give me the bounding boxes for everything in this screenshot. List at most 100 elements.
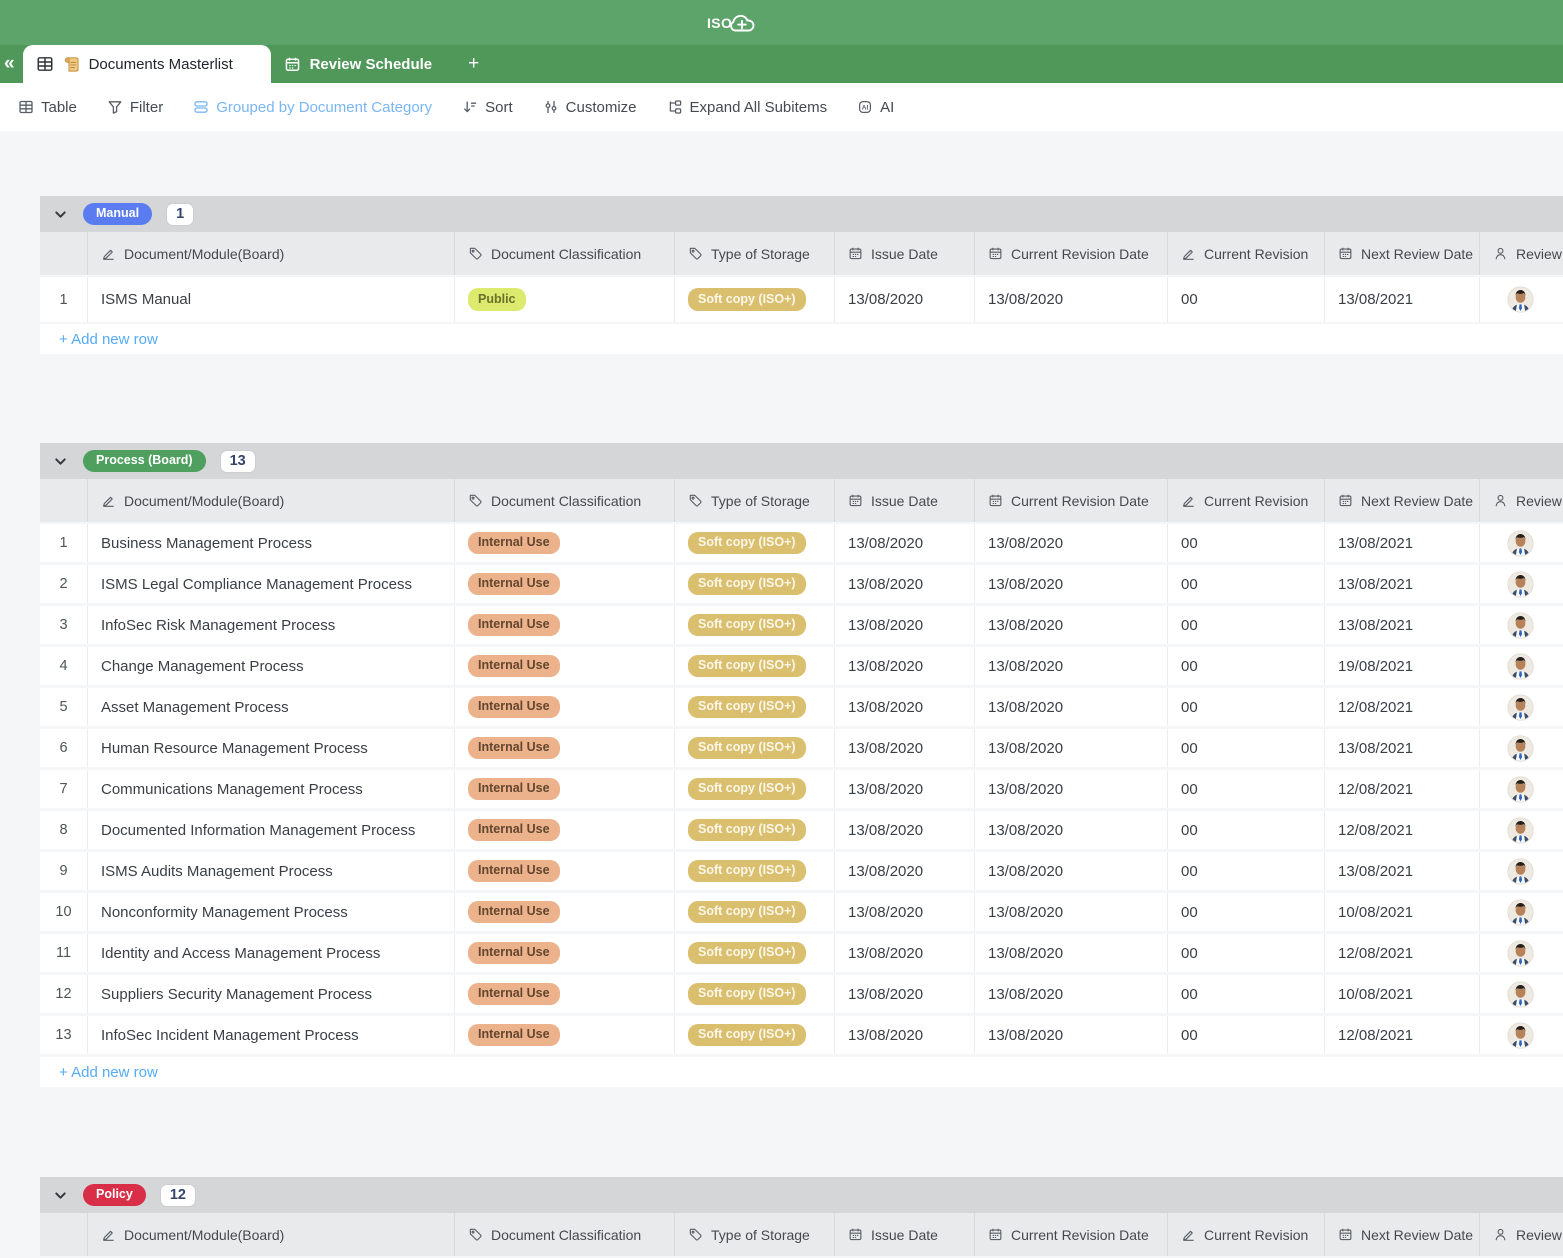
- current-revision-date-cell[interactable]: 13/08/2020: [975, 565, 1168, 603]
- issue-date-cell[interactable]: 13/08/2020: [835, 729, 975, 767]
- column-header-current_revision_date[interactable]: Current Revision Date: [975, 479, 1168, 522]
- document-name-cell[interactable]: Human Resource Management Process: [88, 729, 455, 767]
- current-revision-cell[interactable]: 00: [1168, 811, 1325, 849]
- storage-cell[interactable]: Soft copy (ISO+): [675, 688, 835, 726]
- row-number-cell[interactable]: 13: [40, 1016, 88, 1054]
- document-name-cell[interactable]: ISMS Manual: [88, 277, 455, 322]
- reviewer-cell[interactable]: [1480, 1016, 1563, 1054]
- storage-cell[interactable]: Soft copy (ISO+): [675, 811, 835, 849]
- storage-cell[interactable]: Soft copy (ISO+): [675, 893, 835, 931]
- column-header-issue_date[interactable]: Issue Date: [835, 232, 975, 275]
- toolbar-customize-button[interactable]: Customize: [543, 99, 637, 116]
- current-revision-cell[interactable]: 00: [1168, 606, 1325, 644]
- classification-cell[interactable]: Internal Use: [455, 606, 675, 644]
- next-review-date-cell[interactable]: 19/08/2021: [1325, 647, 1480, 685]
- issue-date-cell[interactable]: 13/08/2020: [835, 688, 975, 726]
- row-number-cell[interactable]: 9: [40, 852, 88, 890]
- reviewer-cell[interactable]: [1480, 647, 1563, 685]
- document-name-cell[interactable]: Asset Management Process: [88, 688, 455, 726]
- current-revision-cell[interactable]: 00: [1168, 975, 1325, 1013]
- column-header-name[interactable]: Document/Module(Board): [88, 479, 455, 522]
- issue-date-cell[interactable]: 13/08/2020: [835, 1016, 975, 1054]
- storage-cell[interactable]: Soft copy (ISO+): [675, 770, 835, 808]
- reviewer-cell[interactable]: [1480, 524, 1563, 562]
- document-name-cell[interactable]: Business Management Process: [88, 524, 455, 562]
- storage-cell[interactable]: Soft copy (ISO+): [675, 277, 835, 322]
- storage-cell[interactable]: Soft copy (ISO+): [675, 934, 835, 972]
- column-header-classification[interactable]: Document Classification: [455, 232, 675, 275]
- reviewer-cell[interactable]: [1480, 811, 1563, 849]
- row-number-cell[interactable]: 8: [40, 811, 88, 849]
- storage-cell[interactable]: Soft copy (ISO+): [675, 647, 835, 685]
- row-number-cell[interactable]: 3: [40, 606, 88, 644]
- classification-cell[interactable]: Internal Use: [455, 1016, 675, 1054]
- classification-cell[interactable]: Internal Use: [455, 565, 675, 603]
- row-number-cell[interactable]: 1: [40, 277, 88, 322]
- issue-date-cell[interactable]: 13/08/2020: [835, 524, 975, 562]
- issue-date-cell[interactable]: 13/08/2020: [835, 975, 975, 1013]
- reviewer-cell[interactable]: [1480, 277, 1563, 322]
- row-number-cell[interactable]: 4: [40, 647, 88, 685]
- document-name-cell[interactable]: Documented Information Management Proces…: [88, 811, 455, 849]
- row-number-cell[interactable]: 12: [40, 975, 88, 1013]
- document-name-cell[interactable]: ISMS Legal Compliance Management Process: [88, 565, 455, 603]
- classification-cell[interactable]: Internal Use: [455, 647, 675, 685]
- classification-cell[interactable]: Internal Use: [455, 852, 675, 890]
- toolbar-ai-button[interactable]: AI AI: [857, 99, 894, 116]
- reviewer-cell[interactable]: [1480, 688, 1563, 726]
- column-header-current_revision[interactable]: Current Revision: [1168, 232, 1325, 275]
- tab-documents-masterlist[interactable]: Documents Masterlist: [23, 45, 271, 83]
- reviewer-cell[interactable]: [1480, 606, 1563, 644]
- current-revision-cell[interactable]: 00: [1168, 688, 1325, 726]
- current-revision-cell[interactable]: 00: [1168, 524, 1325, 562]
- row-number-cell[interactable]: 6: [40, 729, 88, 767]
- classification-cell[interactable]: Internal Use: [455, 524, 675, 562]
- current-revision-cell[interactable]: 00: [1168, 647, 1325, 685]
- document-name-cell[interactable]: Communications Management Process: [88, 770, 455, 808]
- classification-cell[interactable]: Internal Use: [455, 688, 675, 726]
- issue-date-cell[interactable]: 13/08/2020: [835, 770, 975, 808]
- current-revision-cell[interactable]: 00: [1168, 729, 1325, 767]
- current-revision-date-cell[interactable]: 13/08/2020: [975, 893, 1168, 931]
- document-name-cell[interactable]: ISMS Audits Management Process: [88, 852, 455, 890]
- issue-date-cell[interactable]: 13/08/2020: [835, 647, 975, 685]
- issue-date-cell[interactable]: 13/08/2020: [835, 852, 975, 890]
- tab-review-schedule[interactable]: Review Schedule: [271, 45, 453, 83]
- row-number-cell[interactable]: 11: [40, 934, 88, 972]
- issue-date-cell[interactable]: 13/08/2020: [835, 277, 975, 322]
- current-revision-cell[interactable]: 00: [1168, 934, 1325, 972]
- next-review-date-cell[interactable]: 13/08/2021: [1325, 606, 1480, 644]
- next-review-date-cell[interactable]: 13/08/2021: [1325, 524, 1480, 562]
- storage-cell[interactable]: Soft copy (ISO+): [675, 524, 835, 562]
- column-header-issue_date[interactable]: Issue Date: [835, 479, 975, 522]
- reviewer-cell[interactable]: [1480, 565, 1563, 603]
- column-header-storage[interactable]: Type of Storage: [675, 479, 835, 522]
- document-name-cell[interactable]: InfoSec Incident Management Process: [88, 1016, 455, 1054]
- classification-cell[interactable]: Internal Use: [455, 975, 675, 1013]
- add-new-row-button[interactable]: + Add new row: [40, 1057, 1563, 1087]
- column-header-reviewer[interactable]: Review: [1480, 232, 1563, 275]
- toolbar-sort-button[interactable]: Sort: [462, 99, 513, 116]
- chevron-down-icon[interactable]: [53, 1188, 68, 1203]
- current-revision-date-cell[interactable]: 13/08/2020: [975, 647, 1168, 685]
- column-header-name[interactable]: Document/Module(Board): [88, 232, 455, 275]
- current-revision-date-cell[interactable]: 13/08/2020: [975, 852, 1168, 890]
- reviewer-cell[interactable]: [1480, 893, 1563, 931]
- next-review-date-cell[interactable]: 12/08/2021: [1325, 1016, 1480, 1054]
- column-header-next_review_date[interactable]: Next Review Date: [1325, 479, 1480, 522]
- row-number-cell[interactable]: 10: [40, 893, 88, 931]
- storage-cell[interactable]: Soft copy (ISO+): [675, 1016, 835, 1054]
- document-name-cell[interactable]: Suppliers Security Management Process: [88, 975, 455, 1013]
- current-revision-date-cell[interactable]: 13/08/2020: [975, 688, 1168, 726]
- next-review-date-cell[interactable]: 12/08/2021: [1325, 770, 1480, 808]
- next-review-date-cell[interactable]: 13/08/2021: [1325, 729, 1480, 767]
- reviewer-cell[interactable]: [1480, 770, 1563, 808]
- next-review-date-cell[interactable]: 13/08/2021: [1325, 565, 1480, 603]
- document-name-cell[interactable]: InfoSec Risk Management Process: [88, 606, 455, 644]
- reviewer-cell[interactable]: [1480, 852, 1563, 890]
- toolbar-table-button[interactable]: Table: [18, 99, 77, 116]
- toolbar-expand-subitems-button[interactable]: Expand All Subitems: [667, 99, 828, 116]
- document-name-cell[interactable]: Change Management Process: [88, 647, 455, 685]
- next-review-date-cell[interactable]: 10/08/2021: [1325, 893, 1480, 931]
- current-revision-cell[interactable]: 00: [1168, 1016, 1325, 1054]
